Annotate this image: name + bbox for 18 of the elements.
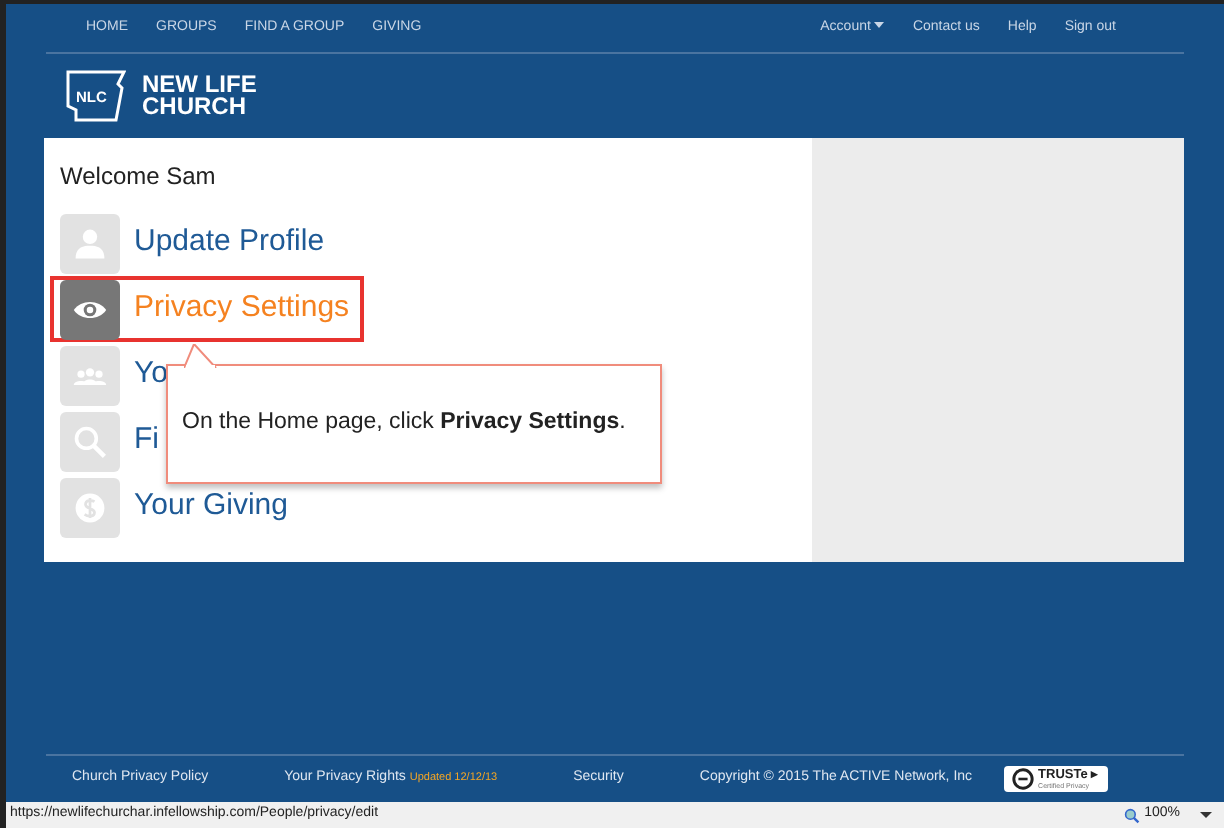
menu-icon-tile[interactable] [60, 477, 120, 537]
zoom-icon [1124, 807, 1141, 823]
menu-icon-tile[interactable] [60, 411, 120, 471]
seal-logo-icon [1012, 768, 1035, 790]
dollar-icon [72, 489, 108, 525]
menu-link[interactable]: Update Profile [134, 220, 325, 266]
menu-icon-tile[interactable] [60, 345, 120, 405]
menu-link[interactable]: Your Giving [134, 484, 288, 530]
instruction-text: On the Home page, click Privacy Settings. [182, 408, 626, 439]
search-icon [72, 423, 108, 459]
menu-link[interactable]: Fi [134, 418, 159, 464]
caret-icon[interactable] [1200, 811, 1212, 819]
menu-link[interactable]: Yo [134, 352, 168, 398]
menu-icon-tile[interactable] [60, 279, 120, 339]
person-icon [72, 225, 108, 261]
menu-icon-tile[interactable] [60, 213, 120, 273]
logo-text: NEW LIFE CHURCH [142, 74, 257, 118]
welcome-text: Welcome Sam [60, 160, 218, 194]
